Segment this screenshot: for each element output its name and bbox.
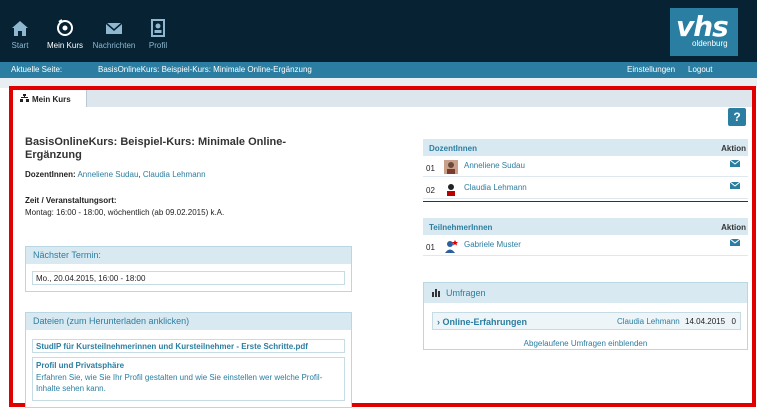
send-mail-icon[interactable] [730,182,740,189]
next-date-header: Nächster Termin: [26,247,351,264]
profile-icon [151,19,165,37]
polls-title: Umfragen [446,288,486,298]
logo-subtext: oldenburg [692,39,728,48]
breadcrumb-path[interactable]: BasisOnlineKurs: Beispiel-Kurs: Minimale… [98,65,312,74]
breadcrumb-bar: Aktuelle Seite: BasisOnlineKurs: Beispie… [0,62,757,78]
poll-author[interactable]: Claudia Lehmann [617,317,680,326]
teachers-action-label: Aktion [721,144,746,153]
teacher-link-2[interactable]: Claudia Lehmann [143,170,206,179]
teacher-name-link[interactable]: Claudia Lehmann [464,183,527,192]
participant-name-link[interactable]: Gabriele Muster [464,240,521,249]
tab-mein-kurs-label: Mein Kurs [32,95,71,104]
time-label: Zeit / Veranstaltungsort: [25,196,117,205]
time-value: Montag: 16:00 - 18:00, wöchentlich (ab 0… [25,208,225,217]
files-box: Dateien (zum Herunterladen anklicken) St… [25,312,352,408]
help-button[interactable]: ? [728,108,746,126]
avatar [444,160,458,174]
help-icon: ? [733,110,741,124]
send-mail-icon[interactable] [730,239,740,246]
file-link-1[interactable]: StudIP für Kursteilnehmerinnen und Kurst… [32,339,345,353]
files-header: Dateien (zum Herunterladen anklicken) [26,313,351,330]
tab-strip [13,90,752,107]
poll-date: 14.04.2015 [685,317,726,326]
polls-box: Umfragen › Online-Erfahrungen Claudia Le… [423,282,748,350]
home-icon [12,21,28,36]
chevron-right-icon: › [437,317,440,327]
hierarchy-icon [20,94,29,104]
poll-title: › Online-Erfahrungen [437,317,527,327]
teachers-table-title: DozentInnen [429,144,477,153]
participants-table-title: TeilnehmerInnen [429,223,493,232]
nav-profil-label: Profil [148,41,168,50]
teachers-table-header: DozentInnen Aktion [423,139,748,156]
send-mail-icon[interactable] [730,160,740,167]
next-date-box: Nächster Termin: Mo., 20.04.2015, 16:00 … [25,246,352,292]
nav-start-label: Start [11,41,29,50]
participants-table-header: TeilnehmerInnen Aktion [423,218,748,235]
nav-profil[interactable]: Profil [146,18,170,58]
nav-mein-kurs-label: Mein Kurs [46,41,83,50]
show-expired-polls-link[interactable]: Abgelaufene Umfragen einblenden [424,339,747,348]
course-title: BasisOnlineKurs: Beispiel-Kurs: Minimale… [25,136,286,161]
default-avatar-icon [445,240,458,253]
nav-mein-kurs[interactable]: Mein Kurs [44,18,86,58]
participant-row: 01 Gabriele Muster [423,236,748,256]
course-icon [57,19,73,36]
file-2-description: Erfahren Sie, wie Sie Ihr Profil gestalt… [36,373,323,393]
logout-link[interactable]: Logout [688,65,712,74]
poll-count: 0 [731,317,736,326]
avatar [444,182,458,196]
top-navigation-bar: Start Mein Kurs Nachrichten Profil vhs o… [0,0,757,62]
nav-start[interactable]: Start [10,18,30,58]
file-2-title: Profil und Privatsphäre [36,361,125,370]
breadcrumb-label: Aktuelle Seite: [11,65,63,74]
participants-action-label: Aktion [721,223,746,232]
nav-nachrichten-label: Nachrichten [92,41,136,50]
settings-link[interactable]: Einstellungen [627,65,675,74]
course-teachers: DozentInnen: Anneliene Sudau, Claudia Le… [25,170,206,179]
teacher-link-1[interactable]: Anneliene Sudau [77,170,138,179]
teachers-label: DozentInnen: [25,170,76,179]
row-number: 01 [426,164,435,173]
tab-mein-kurs[interactable]: Mein Kurs [13,90,87,107]
teacher-row: 01 Anneliene Sudau [423,157,748,177]
poll-entry[interactable]: › Online-Erfahrungen Claudia Lehmann 14.… [432,312,741,330]
bar-chart-icon [432,289,440,297]
nav-nachrichten[interactable]: Nachrichten [90,18,138,58]
mail-icon [105,22,123,34]
row-number: 01 [426,243,435,252]
teacher-name-link[interactable]: Anneliene Sudau [464,161,525,170]
polls-header: Umfragen [424,283,747,303]
table-divider [423,201,748,202]
vhs-logo[interactable]: vhs oldenburg [670,8,738,56]
next-date-value: Mo., 20.04.2015, 16:00 - 18:00 [32,271,345,285]
teacher-row: 02 Claudia Lehmann [423,179,748,199]
file-link-2[interactable]: Profil und Privatsphäre Erfahren Sie, wi… [32,357,345,401]
row-number: 02 [426,186,435,195]
poll-title-text: Online-Erfahrungen [442,317,528,327]
